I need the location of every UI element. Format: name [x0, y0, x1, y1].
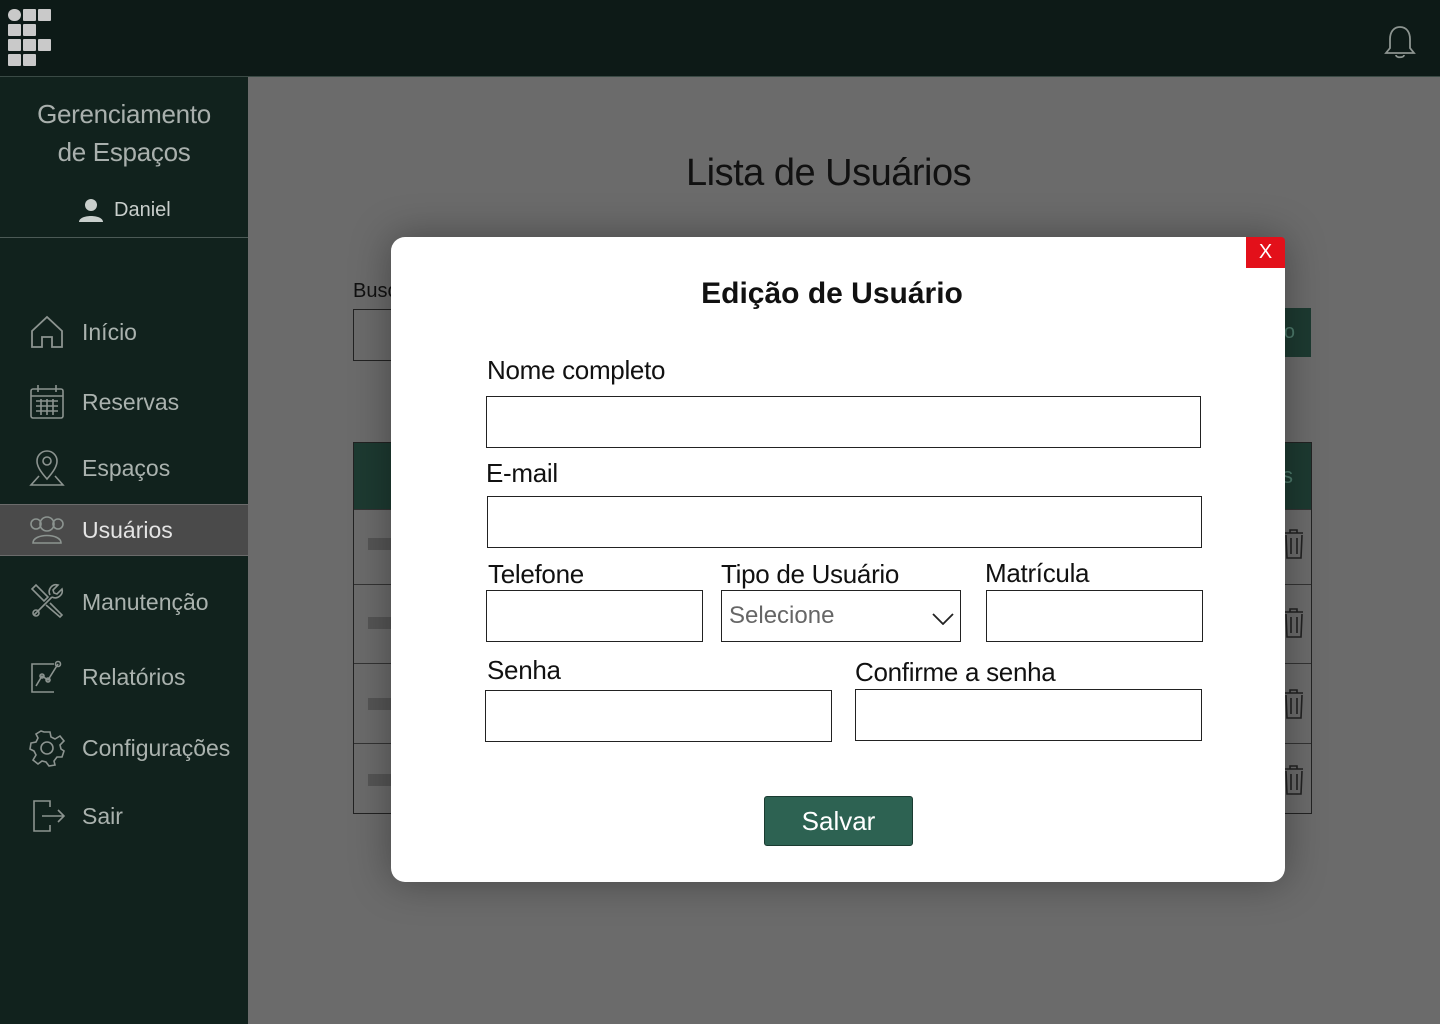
confirm-password-field[interactable]	[855, 689, 1202, 741]
sidebar-item-label: Manutenção	[82, 588, 209, 615]
phone-field[interactable]	[486, 590, 703, 642]
sidebar-item-sair[interactable]: Sair	[0, 790, 248, 842]
user-icon	[79, 199, 103, 222]
home-icon	[31, 315, 63, 348]
sidebar-item-inicio[interactable]: Início	[0, 306, 248, 358]
password-field[interactable]	[485, 690, 832, 742]
trash-icon[interactable]	[1283, 764, 1305, 796]
trash-icon[interactable]	[1283, 528, 1305, 560]
top-bar	[0, 0, 1440, 77]
gear-icon	[29, 730, 66, 767]
sidebar-item-label: Usuários	[82, 516, 173, 543]
sidebar-item-label: Configurações	[82, 734, 231, 761]
sidebar-divider	[0, 237, 248, 238]
email-label: E-mail	[486, 458, 558, 488]
sidebar-item-usuarios[interactable]: Usuários	[0, 504, 248, 556]
users-icon	[30, 516, 64, 544]
sidebar-item-relatorios[interactable]: Relatórios	[0, 651, 248, 703]
report-icon	[31, 660, 62, 693]
user-type-select[interactable]: Selecione	[721, 590, 961, 642]
email-field[interactable]	[487, 496, 1202, 548]
calendar-icon	[30, 385, 64, 419]
bell-icon[interactable]	[1382, 24, 1418, 60]
modal-title-text: Edição de Usuário	[701, 277, 963, 310]
save-button[interactable]: Salvar	[764, 796, 913, 846]
app-title: Gerenciamento de Espaços	[37, 99, 211, 167]
user-name: Daniel	[114, 198, 171, 221]
trash-icon[interactable]	[1283, 607, 1305, 639]
sidebar-item-reservas[interactable]: Reservas	[0, 376, 248, 428]
sidebar-item-label: Início	[82, 318, 137, 345]
trash-icon[interactable]	[1283, 688, 1305, 720]
logout-icon	[33, 800, 66, 832]
sidebar-item-label: Espaços	[82, 454, 171, 481]
registration-field[interactable]	[986, 590, 1203, 642]
chevron-down-icon	[932, 613, 954, 625]
user-info[interactable]: Daniel	[78, 195, 171, 225]
registration-label: Matrícula	[985, 558, 1090, 588]
sidebar-item-espacos[interactable]: Espaços	[0, 442, 248, 494]
name-label: Nome completo	[487, 355, 666, 385]
grid-logo-icon[interactable]	[8, 9, 54, 69]
sidebar-item-label: Relatórios	[82, 663, 186, 690]
edit-user-modal: X Edição de Usuário Nome completo E-mail…	[391, 237, 1285, 882]
phone-label: Telefone	[488, 559, 584, 589]
user-type-placeholder: Selecione	[729, 602, 835, 629]
name-field[interactable]	[486, 396, 1201, 448]
confirm-password-label: Confirme a senha	[855, 657, 1056, 687]
tools-icon	[30, 583, 64, 619]
modal-title: Edição de Usuário	[391, 277, 1285, 311]
close-button[interactable]: X	[1246, 237, 1285, 268]
sidebar-item-label: Reservas	[82, 388, 180, 415]
sidebar: Gerenciamento de Espaços Daniel Início R…	[0, 77, 248, 1024]
page-title: Lista de Usuários	[686, 152, 972, 194]
sidebar-item-configuracoes[interactable]: Configurações	[0, 722, 248, 774]
password-label: Senha	[487, 655, 561, 685]
sidebar-item-manutencao[interactable]: Manutenção	[0, 576, 248, 628]
sidebar-item-label: Sair	[82, 802, 123, 829]
user-type-label: Tipo de Usuário	[721, 559, 900, 589]
map-pin-icon	[29, 450, 65, 486]
